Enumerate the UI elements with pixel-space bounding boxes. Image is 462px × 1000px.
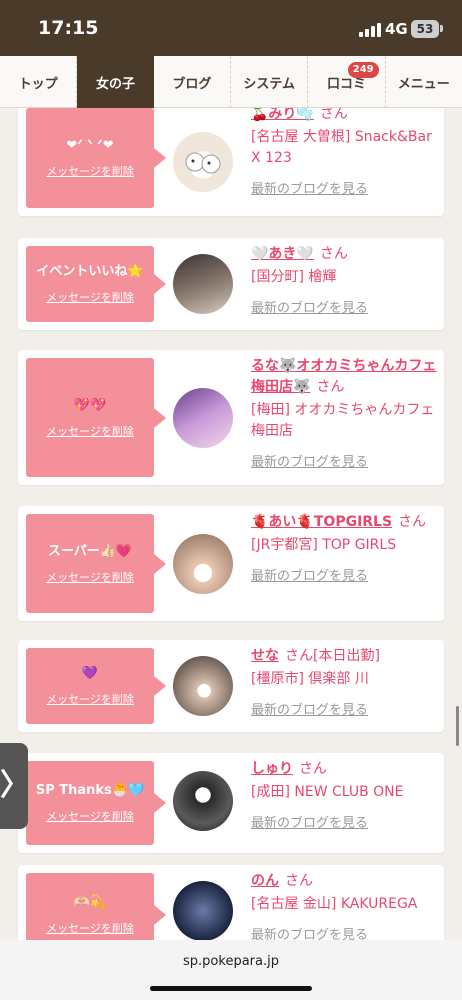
browser-url-bar[interactable]: sp.pokepara.jp <box>0 940 462 1000</box>
delete-message-link[interactable]: メッセージを削除 <box>46 920 134 936</box>
honorific: さん <box>319 246 348 262</box>
honorific: さん <box>299 761 327 777</box>
message-list: ❤︎ᐟ ᐠ ᐟ❤︎ メッセージを削除 🍒みり🫧 さん [名古屋 大曽根] Snac… <box>0 108 462 940</box>
shop-name: [梅田] オオカミちゃんカフェ梅田店 <box>251 402 435 439</box>
message-text: 🫶🏻💫 <box>73 895 107 910</box>
battery-icon: 53 <box>411 20 439 38</box>
message-text: スーパー👍🏻💗 <box>47 543 133 559</box>
blog-link[interactable]: 最新のブログを見る <box>251 179 439 200</box>
tab-label: ブログ <box>172 76 212 92</box>
message-card: スーパー👍🏻💗 メッセージを削除 🫀あい🫀TOPGIRLS さん [JR宇都宮] … <box>18 506 444 621</box>
girl-name-link[interactable]: 🤍あき🤍 <box>251 246 314 262</box>
girl-info: 🍒みり🫧 さん [名古屋 大曽根] Snack&Bar X 123 最新のブログを… <box>251 108 439 200</box>
message-text: ❤︎ᐟ ᐠ ᐟ❤︎ <box>66 138 114 153</box>
shop-name: [名古屋 金山] KAKUREGA <box>251 896 418 912</box>
delete-message-link[interactable]: メッセージを削除 <box>46 808 134 824</box>
tab-girls[interactable]: 女の子 <box>77 56 154 108</box>
tab-label: 女の子 <box>95 76 135 92</box>
message-bubble: SP Thanks🐣🩵 メッセージを削除 <box>26 761 166 845</box>
shop-name: [成田] NEW CLUB ONE <box>251 784 404 800</box>
message-bubble: 💜 メッセージを削除 <box>26 648 166 724</box>
shop-name: [JR宇都宮] TOP GIRLS <box>251 537 397 553</box>
status-bar: 17:15 4G 53 <box>0 0 462 56</box>
avatar[interactable] <box>173 254 233 314</box>
girl-name-link[interactable]: 🍒みり🫧 <box>251 108 314 122</box>
message-bubble: 🫶🏻💫 メッセージを削除 <box>26 873 166 940</box>
delete-message-link[interactable]: メッセージを削除 <box>46 691 134 707</box>
blog-link[interactable]: 最新のブログを見る <box>251 700 439 721</box>
tab-top[interactable]: トップ <box>0 56 78 108</box>
honorific: さん <box>285 873 313 889</box>
girl-name-link[interactable]: せな <box>251 648 279 664</box>
network-type: 4G <box>385 20 408 38</box>
girl-name-link[interactable]: 🫀あい🫀TOPGIRLS <box>251 514 392 530</box>
girl-info: るな🐺オオカミちゃんカフェ梅田店🐺 さん [梅田] オオカミちゃんカフェ梅田店 最… <box>251 356 439 473</box>
honorific: さん <box>316 379 345 395</box>
message-text: 💖💖 <box>73 397 107 413</box>
girl-info: せな さん[本日出勤] [橿原市] 倶楽部 川 最新のブログを見る <box>251 646 439 721</box>
avatar[interactable] <box>173 656 233 716</box>
girl-info: しゅり さん [成田] NEW CLUB ONE 最新のブログを見る <box>251 759 439 834</box>
delete-message-link[interactable]: メッセージを削除 <box>46 423 134 439</box>
message-text: 💜 <box>81 666 99 681</box>
blog-link[interactable]: 最新のブログを見る <box>251 298 439 319</box>
delete-message-link[interactable]: メッセージを削除 <box>46 289 134 305</box>
avatar[interactable] <box>173 388 233 448</box>
nav-tabs: トップ 女の子 ブログ システム 口コミ 249 メニュー <box>0 56 462 108</box>
tab-menu[interactable]: メニュー <box>386 56 462 108</box>
status-time: 17:15 <box>38 17 99 39</box>
shop-name: [橿原市] 倶楽部 川 <box>251 671 369 687</box>
delete-message-link[interactable]: メッセージを削除 <box>46 163 134 179</box>
review-count-badge: 249 <box>347 62 379 78</box>
shop-name: [国分町] 檜輝 <box>251 269 337 285</box>
message-card: 💖💖 メッセージを削除 るな🐺オオカミちゃんカフェ梅田店🐺 さん [梅田] オオカ… <box>18 350 444 485</box>
tab-label: メニュー <box>397 76 450 92</box>
tab-reviews[interactable]: 口コミ 249 <box>308 56 386 108</box>
avatar[interactable] <box>173 132 233 192</box>
delete-message-link[interactable]: メッセージを削除 <box>46 569 134 585</box>
cellular-signal-icon <box>359 23 381 37</box>
character-icon <box>185 152 221 174</box>
girl-name-link[interactable]: しゅり <box>251 761 293 777</box>
avatar[interactable] <box>173 771 233 831</box>
girl-info: 🤍あき🤍 さん [国分町] 檜輝 最新のブログを見る <box>251 244 439 319</box>
scrollbar[interactable] <box>456 706 459 746</box>
message-bubble: ❤︎ᐟ ᐠ ᐟ❤︎ メッセージを削除 <box>26 108 166 208</box>
message-card: イベントいいね🌟 メッセージを削除 🤍あき🤍 さん [国分町] 檜輝 最新のブログ… <box>18 238 444 330</box>
battery-tip <box>440 25 443 32</box>
chevron-right-icon: 〉 <box>0 768 30 803</box>
blog-link[interactable]: 最新のブログを見る <box>251 925 439 940</box>
message-bubble: 💖💖 メッセージを削除 <box>26 358 166 477</box>
message-card: ❤︎ᐟ ᐠ ᐟ❤︎ メッセージを削除 🍒みり🫧 さん [名古屋 大曽根] Snac… <box>18 108 444 216</box>
blog-link[interactable]: 最新のブログを見る <box>251 566 439 587</box>
shop-name: [名古屋 大曽根] Snack&Bar X 123 <box>251 129 432 166</box>
message-text: SP Thanks🐣🩵 <box>35 783 145 798</box>
message-card: SP Thanks🐣🩵 メッセージを削除 しゅり さん [成田] NEW CLUB… <box>18 753 444 853</box>
message-text: イベントいいね🌟 <box>36 264 144 279</box>
honorific: さん <box>398 514 427 530</box>
avatar[interactable] <box>173 534 233 594</box>
honorific: さん <box>319 108 348 122</box>
girl-info: のん さん [名古屋 金山] KAKUREGA 最新のブログを見る <box>251 871 439 940</box>
girl-name-link[interactable]: のん <box>251 873 279 889</box>
home-indicator <box>150 986 312 991</box>
side-drawer-tab[interactable]: 〉 <box>0 743 30 829</box>
tab-label: システム <box>243 76 295 92</box>
message-card: 💜 メッセージを削除 せな さん[本日出勤] [橿原市] 倶楽部 川 最新のブログ… <box>18 640 444 732</box>
url-text[interactable]: sp.pokepara.jp <box>0 954 462 969</box>
blog-link[interactable]: 最新のブログを見る <box>251 813 439 834</box>
tab-label: トップ <box>18 76 58 92</box>
blog-link[interactable]: 最新のブログを見る <box>251 452 439 473</box>
tab-system[interactable]: システム <box>231 56 309 108</box>
avatar[interactable] <box>173 881 233 940</box>
message-bubble: スーパー👍🏻💗 メッセージを削除 <box>26 514 166 613</box>
girl-info: 🫀あい🫀TOPGIRLS さん [JR宇都宮] TOP GIRLS 最新のブログを… <box>251 512 439 587</box>
message-card: 🫶🏻💫 メッセージを削除 のん さん [名古屋 金山] KAKUREGA 最新のブ… <box>18 865 444 940</box>
tab-blog[interactable]: ブログ <box>154 56 231 108</box>
honorific: さん <box>285 648 313 664</box>
message-bubble: イベントいいね🌟 メッセージを削除 <box>26 246 166 322</box>
attendance-tag: [本日出勤] <box>313 648 380 664</box>
